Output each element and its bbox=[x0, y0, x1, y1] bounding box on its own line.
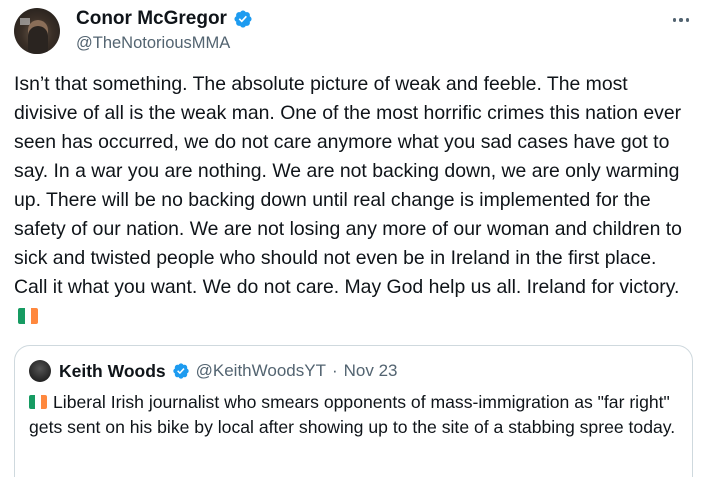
author-name-row: Conor McGregor bbox=[76, 8, 253, 30]
quoted-tweet-date[interactable]: Nov 23 bbox=[344, 361, 398, 381]
tweet-card: Conor McGregor @TheNotoriousMMA Isn’t th… bbox=[0, 0, 707, 477]
more-dot bbox=[685, 18, 690, 22]
quoted-author-display-name[interactable]: Keith Woods bbox=[59, 361, 166, 382]
verified-badge-icon bbox=[172, 363, 189, 379]
quoted-tweet-text: Liberal Irish journalist who smears oppo… bbox=[29, 392, 676, 437]
separator-dot: · bbox=[331, 361, 338, 380]
tweet-body: Isn’t that something. The absolute pictu… bbox=[14, 70, 694, 331]
more-dot bbox=[679, 18, 683, 22]
author-avatar[interactable] bbox=[14, 8, 60, 54]
ireland-flag-icon bbox=[18, 308, 38, 324]
author-handle[interactable]: @TheNotoriousMMA bbox=[76, 34, 230, 53]
quoted-tweet[interactable]: Keith Woods @KeithWoodsYT · Nov 23 Liber… bbox=[14, 345, 693, 477]
quoted-tweet-header: Keith Woods @KeithWoodsYT · Nov 23 bbox=[29, 358, 678, 384]
author-display-name[interactable]: Conor McGregor bbox=[76, 8, 227, 30]
more-horizontal-icon[interactable] bbox=[669, 10, 693, 30]
quoted-tweet-body: Liberal Irish journalist who smears oppo… bbox=[29, 390, 678, 440]
more-dot bbox=[672, 18, 677, 22]
quoted-author-avatar[interactable] bbox=[29, 360, 51, 382]
verified-badge-icon bbox=[234, 10, 252, 28]
ireland-flag-icon bbox=[29, 395, 47, 409]
tweet-header: Conor McGregor @TheNotoriousMMA bbox=[14, 6, 693, 56]
tweet-text: Isn’t that something. The absolute pictu… bbox=[14, 73, 682, 298]
avatar-figure bbox=[28, 20, 48, 54]
quoted-author-handle[interactable]: @KeithWoodsYT bbox=[196, 361, 326, 381]
